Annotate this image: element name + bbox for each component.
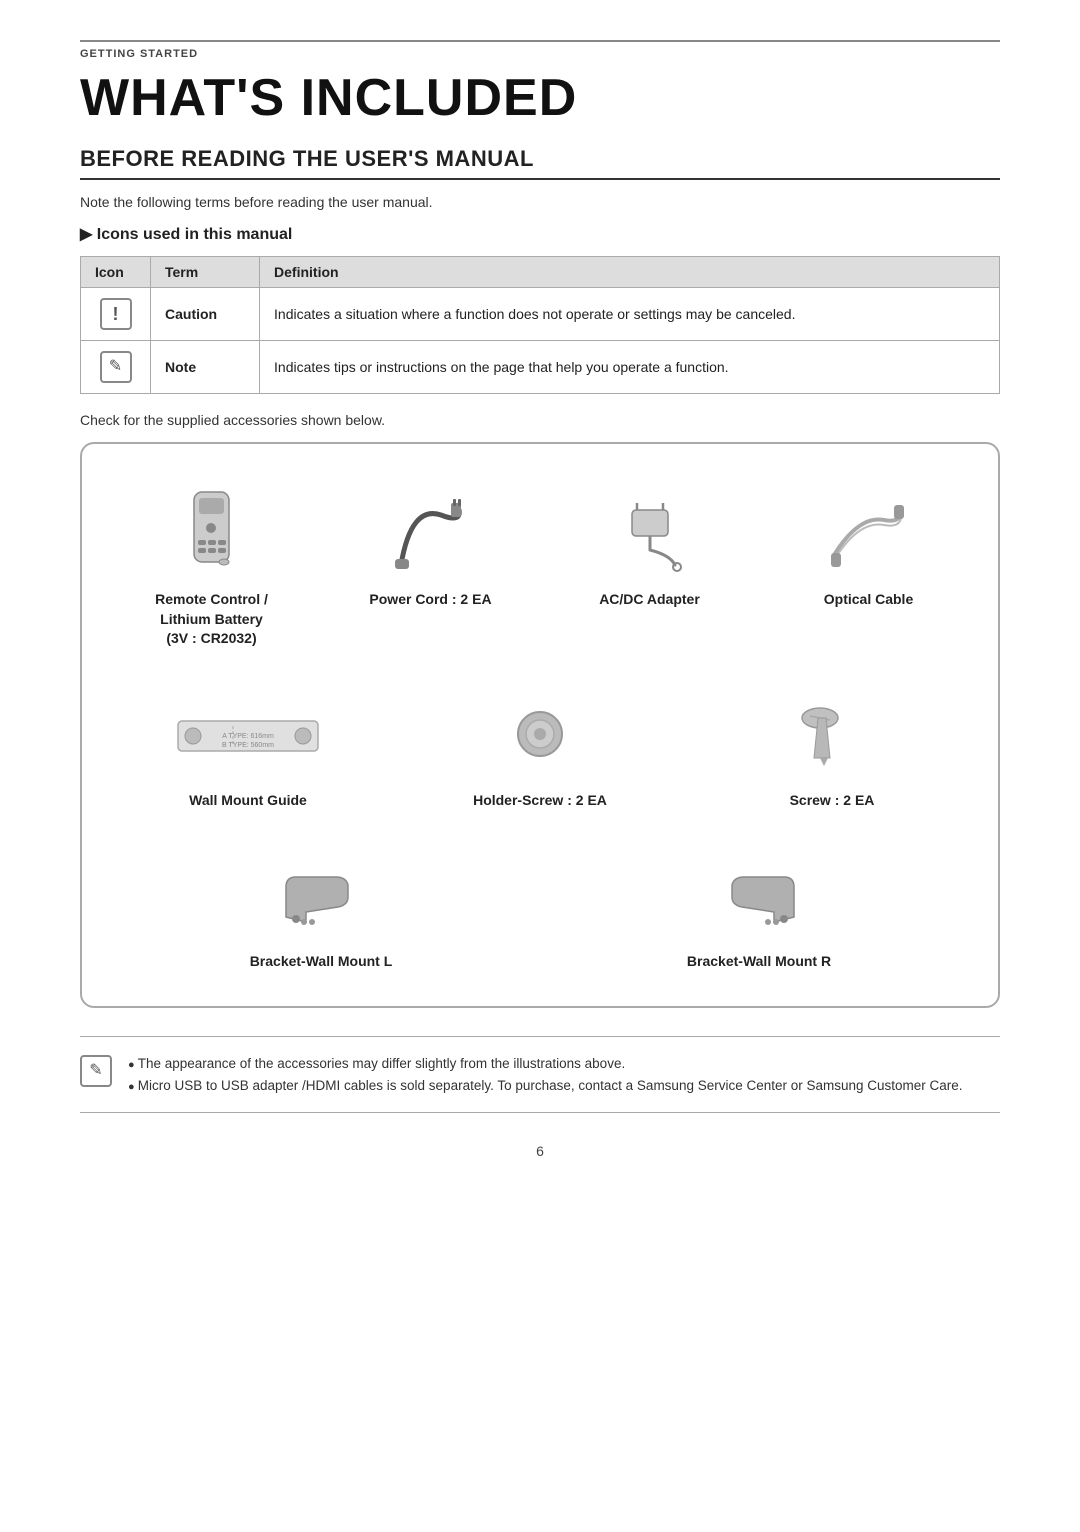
svg-text:A TYPE: 616mm: A TYPE: 616mm	[222, 733, 274, 740]
bracket-r-label: Bracket-Wall Mount R	[687, 952, 831, 972]
svg-text:B TYPE: 560mm: B TYPE: 560mm	[222, 742, 274, 749]
accessory-screw: Screw : 2 EA	[686, 673, 978, 825]
bracket-l-image	[276, 852, 366, 942]
optical-cable-label: Optical Cable	[824, 590, 913, 610]
bottom-note-text: The appearance of the accessories may di…	[128, 1053, 963, 1096]
power-cord-image	[391, 490, 471, 580]
wall-mount-guide-image: A TYPE: 616mm B TYPE: 560mm	[173, 691, 323, 781]
accessory-acdc-adapter: AC/DC Adapter	[540, 472, 759, 663]
page-number: 6	[80, 1143, 1000, 1159]
page-title: WHAT'S INCLUDED	[80, 68, 1000, 128]
getting-started-label: GETTING STARTED	[80, 40, 1000, 60]
bottom-note-item-1: The appearance of the accessories may di…	[128, 1053, 963, 1075]
caution-term: Caution	[151, 288, 260, 341]
accessory-bracket-l: Bracket-Wall Mount L	[102, 834, 540, 986]
acdc-adapter-label: AC/DC Adapter	[599, 590, 700, 610]
caution-def: Indicates a situation where a function d…	[260, 288, 1000, 341]
accessory-power-cord: Power Cord : 2 EA	[321, 472, 540, 663]
caution-icon-cell: !	[81, 288, 151, 341]
check-text: Check for the supplied accessories shown…	[80, 412, 1000, 428]
icons-table: Icon Term Definition ! Caution Indicates…	[80, 256, 1000, 394]
note-def: Indicates tips or instructions on the pa…	[260, 341, 1000, 394]
accessory-wall-mount-guide: A TYPE: 616mm B TYPE: 560mm Wall Mount G…	[102, 673, 394, 825]
screw-image	[792, 691, 872, 781]
holder-screw-image	[500, 691, 580, 781]
accessories-row2: A TYPE: 616mm B TYPE: 560mm Wall Mount G…	[102, 673, 978, 825]
note-icon-cell: ✎	[81, 341, 151, 394]
note-intro: Note the following terms before reading …	[80, 194, 1000, 210]
bottom-note-item-2: Micro USB to USB adapter /HDMI cables is…	[128, 1075, 963, 1097]
accessory-holder-screw: Holder-Screw : 2 EA	[394, 673, 686, 825]
accessories-row1: Remote Control /Lithium Battery(3V : CR2…	[102, 472, 978, 663]
accessory-remote-control: Remote Control /Lithium Battery(3V : CR2…	[102, 472, 321, 663]
accessory-optical-cable: Optical Cable	[759, 472, 978, 663]
col-icon: Icon	[81, 257, 151, 288]
bottom-note: ✎ The appearance of the accessories may …	[80, 1036, 1000, 1113]
accessory-bracket-r: Bracket-Wall Mount R	[540, 834, 978, 986]
icons-subtitle: Icons used in this manual	[80, 224, 1000, 244]
section-title: BEFORE READING THE USER'S MANUAL	[80, 146, 1000, 180]
accessories-row3: Bracket-Wall Mount L Bracket-Wall Mount …	[102, 834, 978, 986]
optical-cable-image	[829, 490, 909, 580]
acdc-adapter-image	[610, 490, 690, 580]
bracket-l-label: Bracket-Wall Mount L	[250, 952, 393, 972]
holder-screw-label: Holder-Screw : 2 EA	[473, 791, 607, 811]
bracket-r-image	[714, 852, 804, 942]
note-symbol: ✎	[80, 1055, 112, 1087]
col-definition: Definition	[260, 257, 1000, 288]
power-cord-label: Power Cord : 2 EA	[369, 590, 491, 610]
caution-icon: !	[100, 298, 132, 330]
note-icon-bottom: ✎	[80, 1055, 112, 1087]
screw-label: Screw : 2 EA	[790, 791, 875, 811]
remote-control-label: Remote Control /Lithium Battery(3V : CR2…	[155, 590, 268, 649]
note-icon: ✎	[100, 351, 132, 383]
wall-mount-guide-label: Wall Mount Guide	[189, 791, 307, 811]
accessories-box: Remote Control /Lithium Battery(3V : CR2…	[80, 442, 1000, 1008]
col-term: Term	[151, 257, 260, 288]
remote-control-image	[184, 490, 239, 580]
note-term: Note	[151, 341, 260, 394]
